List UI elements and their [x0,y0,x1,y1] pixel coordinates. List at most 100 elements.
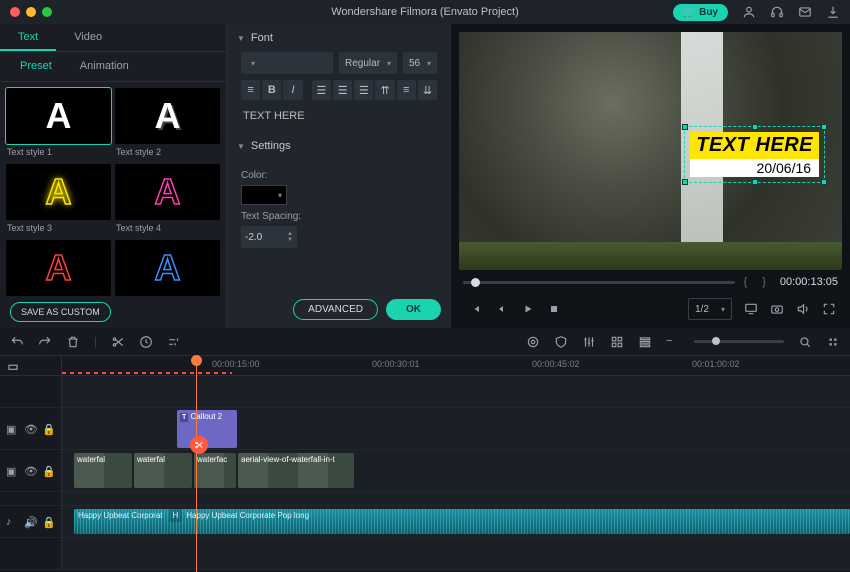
toggle-icon[interactable]: ▣ [6,465,18,477]
close-window-icon[interactable] [10,7,20,17]
track-body[interactable] [62,376,850,407]
buy-button[interactable]: 🛒 Buy [673,4,728,21]
zoom-in-icon[interactable] [798,335,812,349]
eye-icon[interactable]: 👁 [24,465,36,477]
align-right-button[interactable]: ☰ [354,80,373,100]
time-ruler[interactable]: 00:00:15:00 00:00:30:01 00:00:45:02 00:0… [62,356,850,375]
cart-icon: 🛒 [683,7,695,18]
track-body-text[interactable]: T Callout 2 [62,408,850,449]
lock-icon[interactable]: 🔒 [42,423,54,435]
video-clip[interactable]: waterfal [134,453,192,488]
text-spacing-input[interactable]: -2.0 ▲▼ [241,226,297,248]
font-family-dropdown[interactable] [241,52,333,74]
text-style-3[interactable]: A Text style 3 [6,164,111,236]
audio-clip[interactable]: Happy Upbeat Corporat H Happy Upbeat Cor… [74,509,850,534]
lock-icon[interactable]: 🔒 [42,516,54,528]
minimize-window-icon[interactable] [26,7,36,17]
settings-icon[interactable] [167,335,181,349]
scrub-knob[interactable] [471,278,480,287]
valign-middle-button[interactable]: ≡ [397,80,416,100]
text-style-2[interactable]: A Text style 2 [115,88,220,160]
headphones-icon[interactable] [770,5,784,19]
delete-icon[interactable] [66,335,80,349]
advanced-button[interactable]: ADVANCED [293,299,378,320]
download-icon[interactable] [826,5,840,19]
step-back-button[interactable] [491,299,513,319]
font-size-dropdown[interactable]: 56 [403,52,437,74]
subtab-preset[interactable]: Preset [6,52,66,81]
zoom-ratio-dropdown[interactable]: 1/2 [688,298,732,320]
eye-icon[interactable]: 👁 [24,423,36,435]
display-icon[interactable] [744,302,758,316]
bold-button[interactable]: B [262,80,281,100]
tab-text[interactable]: Text [0,24,56,51]
prev-frame-button[interactable] [465,299,487,319]
user-icon[interactable] [742,5,756,19]
snap-icon[interactable] [6,360,20,374]
track-head [0,538,62,569]
text-overlay[interactable]: TEXT HERE 20/06/16 [690,132,819,177]
selection-range[interactable] [62,356,232,375]
more-icon[interactable] [826,335,840,349]
text-style-6[interactable]: A [115,240,220,296]
scissors-icon[interactable] [190,436,208,454]
mixer-icon[interactable] [582,335,596,349]
video-clip[interactable]: waterfac [194,453,236,488]
stop-button[interactable] [543,299,565,319]
speed-icon[interactable] [139,335,153,349]
style-label: Text style 3 [6,220,111,236]
track-body-video[interactable]: waterfal waterfal waterfac aerial-view-o… [62,450,850,491]
grid-icon[interactable] [610,335,624,349]
italic-button[interactable]: I [283,80,302,100]
zoom-slider[interactable] [694,340,784,343]
text-style-4[interactable]: A Text style 4 [115,164,220,236]
font-weight-dropdown[interactable]: Regular [339,52,397,74]
line-height-button[interactable]: ≡ [241,80,260,100]
fullscreen-icon[interactable] [822,302,836,316]
volume-icon[interactable] [796,302,810,316]
timecode-display: 00:00:13:05 [780,276,838,288]
track-body-audio[interactable]: Happy Upbeat Corporat H Happy Upbeat Cor… [62,506,850,537]
text-content-input[interactable] [241,106,437,126]
snapshot-icon[interactable] [770,302,784,316]
video-clip[interactable]: aerial-view-of-waterfall-in-t [238,453,354,488]
save-as-custom-button[interactable]: SAVE AS CUSTOM [10,302,111,322]
zoom-out-icon[interactable]: − [666,335,680,349]
volume-icon[interactable]: 🔊 [24,516,36,528]
valign-bottom-button[interactable]: ⇊ [418,80,437,100]
track-body[interactable] [62,538,850,569]
text-style-5[interactable]: A [6,240,111,296]
play-button[interactable] [517,299,539,319]
maximize-window-icon[interactable] [42,7,52,17]
buy-label: Buy [699,7,718,18]
shield-icon[interactable] [554,335,568,349]
playhead[interactable] [196,356,197,572]
mail-icon[interactable] [798,5,812,19]
settings-section-header[interactable]: Settings [227,132,451,160]
tab-video[interactable]: Video [56,24,120,51]
track-body[interactable] [62,492,850,505]
preview-viewport[interactable]: TEXT HERE 20/06/16 [459,32,842,270]
redo-icon[interactable] [38,335,52,349]
text-style-1[interactable]: A Text style 1 [6,88,111,160]
list-icon[interactable] [638,335,652,349]
zoom-knob[interactable] [712,337,720,345]
track-head [0,376,62,407]
align-left-button[interactable]: ☰ [312,80,331,100]
lock-icon[interactable]: 🔒 [42,465,54,477]
ok-button[interactable]: OK [386,299,441,320]
preview-scrubber[interactable] [463,281,735,284]
subtab-animation[interactable]: Animation [66,52,143,81]
marker-icon[interactable] [526,335,540,349]
toggle-icon[interactable]: ▣ [6,423,18,435]
ruler-mark: 00:00:45:02 [532,359,580,369]
valign-top-button[interactable]: ⇈ [375,80,394,100]
split-icon[interactable] [111,335,125,349]
video-frame-detail [459,242,842,270]
video-clip[interactable]: waterfal [74,453,132,488]
undo-icon[interactable] [10,335,24,349]
spinner-arrows-icon[interactable]: ▲▼ [287,231,293,243]
font-section-header[interactable]: Font [227,24,451,52]
color-picker[interactable]: ▾ [241,185,287,205]
align-center-button[interactable]: ☰ [333,80,352,100]
